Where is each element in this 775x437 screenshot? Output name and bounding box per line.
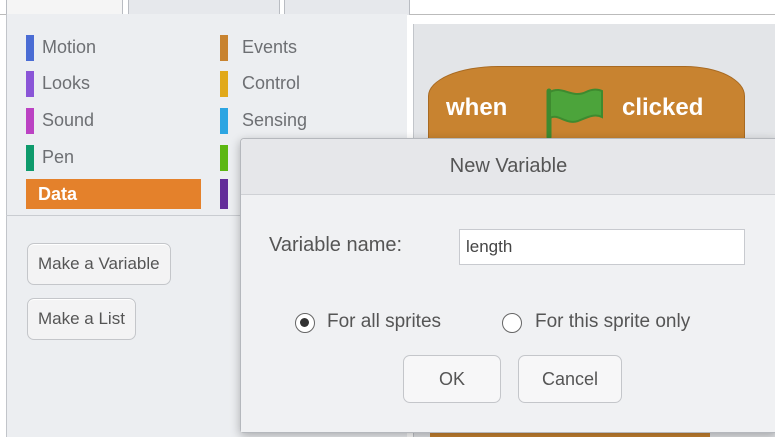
category-color-swatch — [26, 71, 34, 97]
tab-costumes[interactable] — [128, 0, 280, 15]
make-variable-button[interactable]: Make a Variable — [27, 243, 171, 285]
variable-name-label: Variable name: — [269, 234, 403, 256]
green-flag-icon — [546, 88, 603, 139]
hat-block-clicked-text: clicked — [622, 94, 704, 121]
category-more-blocks[interactable] — [220, 179, 240, 209]
category-color-swatch — [220, 108, 228, 134]
category-color-swatch — [26, 35, 34, 61]
make-list-button[interactable]: Make a List — [27, 298, 136, 340]
for-this-sprite-only-radio[interactable] — [502, 313, 522, 333]
tab-scripts[interactable] — [6, 0, 123, 15]
category-color-swatch — [220, 145, 228, 171]
category-control[interactable]: Control — [220, 70, 400, 97]
for-all-sprites-label[interactable]: For all sprites — [327, 311, 441, 333]
for-all-sprites-radio[interactable] — [295, 313, 315, 333]
category-operators[interactable] — [220, 144, 240, 171]
category-color-swatch — [220, 71, 228, 97]
category-looks[interactable]: Looks — [26, 70, 206, 97]
ok-button[interactable]: OK — [403, 355, 501, 403]
category-data[interactable]: Data — [26, 179, 201, 209]
cancel-button[interactable]: Cancel — [518, 355, 622, 403]
category-motion[interactable]: Motion — [26, 34, 206, 61]
dialog-titlebar[interactable]: New Variable — [241, 139, 775, 195]
new-variable-dialog: New Variable Variable name: For all spri… — [240, 138, 775, 433]
variable-name-input[interactable] — [459, 229, 745, 265]
for-this-sprite-only-label[interactable]: For this sprite only — [535, 311, 690, 333]
category-pen[interactable]: Pen — [26, 144, 206, 171]
category-color-swatch — [26, 145, 34, 171]
radio-selected-dot — [300, 318, 309, 327]
category-sensing[interactable]: Sensing — [220, 107, 400, 134]
dialog-title: New Variable — [449, 155, 568, 177]
category-color-swatch — [26, 108, 34, 134]
category-color-swatch — [220, 35, 228, 61]
category-color-swatch — [220, 179, 228, 209]
category-sound[interactable]: Sound — [26, 107, 206, 134]
hat-block-when-text: when — [446, 94, 508, 121]
tab-sounds[interactable] — [284, 0, 410, 15]
editor-tabs — [0, 0, 775, 15]
category-events[interactable]: Events — [220, 34, 400, 61]
